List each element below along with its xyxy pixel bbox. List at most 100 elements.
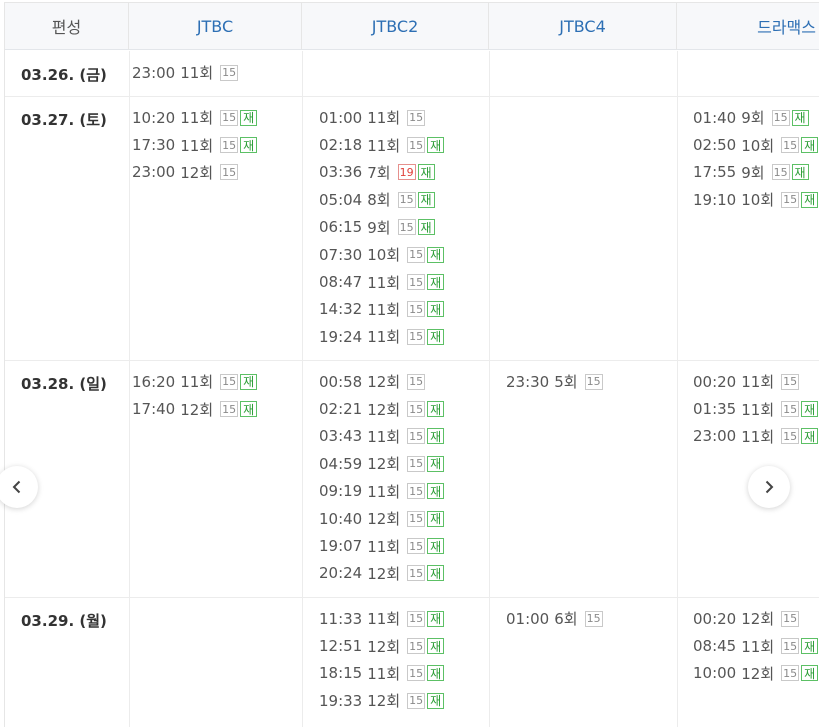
air-time: 23:00 <box>132 63 176 82</box>
age-rating-badge: 15 <box>407 483 426 500</box>
broadcast-entry[interactable]: 14:32 11회 15 재 <box>319 296 446 323</box>
broadcast-entry[interactable]: 23:00 11회 15 <box>132 59 240 86</box>
broadcast-entry[interactable]: 18:15 11회 15 재 <box>319 660 446 687</box>
episode-number: 12회 <box>367 564 401 583</box>
broadcast-entry[interactable]: 23:30 5회 15 <box>506 368 605 395</box>
episode-number: 11회 <box>367 136 401 155</box>
age-rating-badge: 15 <box>220 64 239 81</box>
rerun-badge: 재 <box>417 191 435 208</box>
broadcast-entry[interactable]: 08:47 11회 15 재 <box>319 268 446 295</box>
age-rating-badge: 15 <box>781 610 800 627</box>
broadcast-entry[interactable]: 17:55 9회 15 재 <box>693 159 819 186</box>
broadcast-entry[interactable]: 00:20 11회 15 <box>693 368 819 395</box>
episode-number: 11회 <box>180 64 214 83</box>
air-time: 18:15 <box>319 664 363 683</box>
broadcast-entry[interactable]: 00:20 12회 15 <box>693 605 819 632</box>
broadcast-entry[interactable]: 19:33 12회 15 재 <box>319 687 446 714</box>
episode-number: 6회 <box>554 610 578 629</box>
episode-number: 12회 <box>367 455 401 474</box>
broadcast-entry[interactable]: 06:15 9회 15 재 <box>319 214 446 241</box>
broadcast-entry[interactable]: 03:43 11회 15 재 <box>319 423 446 450</box>
chevron-left-icon <box>12 480 21 494</box>
episode-number: 12회 <box>741 610 775 629</box>
broadcast-entry[interactable]: 00:58 12회 15 <box>319 368 446 395</box>
schedule-grid: 편성 JTBC JTBC2 JTBC4 드라맥스 03.26. (금) 23:00… <box>4 2 819 727</box>
broadcast-entry[interactable]: 16:20 11회 15 재 <box>132 368 259 395</box>
rerun-badge: 재 <box>801 191 819 208</box>
broadcast-entry[interactable]: 02:18 11회 15 재 <box>319 131 446 158</box>
broadcast-entry[interactable]: 10:00 12회 15 재 <box>693 660 819 687</box>
broadcast-entry[interactable]: 01:40 9회 15 재 <box>693 104 819 131</box>
air-time: 10:00 <box>693 664 737 683</box>
air-time: 12:51 <box>319 637 363 656</box>
broadcast-entry[interactable]: 02:21 12회 15 재 <box>319 395 446 422</box>
broadcast-entry[interactable]: 02:50 10회 15 재 <box>693 131 819 158</box>
broadcast-entry[interactable]: 11:33 11회 15 재 <box>319 605 446 632</box>
episode-number: 8회 <box>367 191 391 210</box>
broadcast-entry[interactable]: 01:00 11회 15 <box>319 104 446 131</box>
channel-header-dramax[interactable]: 드라맥스 <box>677 3 819 50</box>
broadcast-entry[interactable]: 10:40 12회 15 재 <box>319 505 446 532</box>
age-rating-badge: 15 <box>220 137 239 154</box>
next-button[interactable] <box>748 466 790 508</box>
broadcast-entry[interactable]: 23:00 11회 15 재 <box>693 423 819 450</box>
channel-header-jtbc4[interactable]: JTBC4 <box>489 3 677 50</box>
schedule-cell: 23:00 11회 15 <box>132 59 240 86</box>
episode-number: 11회 <box>180 373 214 392</box>
broadcast-entry[interactable]: 19:24 11회 15 재 <box>319 323 446 350</box>
age-rating-badge: 15 <box>220 109 239 126</box>
schedule-cell: 00:20 11회 15 01:35 11회 15 재 23:00 11회 15 재 <box>693 368 819 450</box>
broadcast-entry[interactable]: 05:04 8회 15 재 <box>319 186 446 213</box>
age-rating-badge: 15 <box>220 373 239 390</box>
age-rating-badge: 15 <box>407 665 426 682</box>
age-rating-badge: 15 <box>584 610 603 627</box>
air-time: 10:20 <box>132 108 176 127</box>
broadcast-entry[interactable]: 07:30 10회 15 재 <box>319 241 446 268</box>
episode-number: 11회 <box>741 400 775 419</box>
broadcast-entry[interactable]: 19:07 11회 15 재 <box>319 532 446 559</box>
rerun-badge: 재 <box>427 610 445 627</box>
age-rating-badge: 15 <box>781 665 800 682</box>
column-divider <box>129 51 130 727</box>
age-rating-badge: 15 <box>407 638 426 655</box>
rerun-badge: 재 <box>240 373 258 390</box>
broadcast-entry[interactable]: 19:10 10회 15 재 <box>693 186 819 213</box>
episode-number: 5회 <box>554 373 578 392</box>
age-rating-badge: 15 <box>220 164 239 181</box>
episode-number: 7회 <box>367 163 391 182</box>
channel-header-jtbc[interactable]: JTBC <box>129 3 302 50</box>
broadcast-entry[interactable]: 03:36 7회 19 재 <box>319 159 446 186</box>
age-rating-badge: 15 <box>407 538 426 555</box>
episode-number: 12회 <box>180 163 214 182</box>
age-rating-badge: 15 <box>407 109 426 126</box>
air-time: 01:00 <box>319 108 363 127</box>
age-rating-badge: 15 <box>407 610 426 627</box>
broadcast-entry[interactable]: 10:20 11회 15 재 <box>132 104 259 131</box>
broadcast-entry[interactable]: 08:45 11회 15 재 <box>693 632 819 659</box>
air-time: 00:20 <box>693 609 737 628</box>
episode-number: 11회 <box>180 109 214 128</box>
air-time: 08:45 <box>693 637 737 656</box>
broadcast-entry[interactable]: 23:00 12회 15 <box>132 159 259 186</box>
broadcast-entry[interactable]: 01:00 6회 15 <box>506 605 605 632</box>
date-label: 03.28. (일) <box>21 375 107 393</box>
air-time: 19:24 <box>319 327 363 346</box>
schedule-cell: 01:40 9회 15 재 02:50 10회 15 재 17:55 9회 15 재 19:10 10회 1… <box>693 104 819 214</box>
broadcast-entry[interactable]: 12:51 12회 15 재 <box>319 632 446 659</box>
chevron-right-icon <box>765 480 774 494</box>
air-time: 02:18 <box>319 136 363 155</box>
column-divider <box>677 51 678 727</box>
channel-header-jtbc2[interactable]: JTBC2 <box>302 3 489 50</box>
air-time: 02:21 <box>319 400 363 419</box>
broadcast-entry[interactable]: 20:24 12회 15 재 <box>319 560 446 587</box>
schedule-cell: 00:20 12회 15 08:45 11회 15 재 10:00 12회 15 재 <box>693 605 819 687</box>
broadcast-entry[interactable]: 04:59 12회 15 재 <box>319 450 446 477</box>
broadcast-entry[interactable]: 09:19 11회 15 재 <box>319 478 446 505</box>
broadcast-entry[interactable]: 17:30 11회 15 재 <box>132 131 259 158</box>
air-time: 11:33 <box>319 609 363 628</box>
rerun-badge: 재 <box>427 274 445 291</box>
broadcast-entry[interactable]: 01:35 11회 15 재 <box>693 395 819 422</box>
broadcast-entry[interactable]: 17:40 12회 15 재 <box>132 395 259 422</box>
rerun-badge: 재 <box>240 137 258 154</box>
air-time: 03:43 <box>319 427 363 446</box>
